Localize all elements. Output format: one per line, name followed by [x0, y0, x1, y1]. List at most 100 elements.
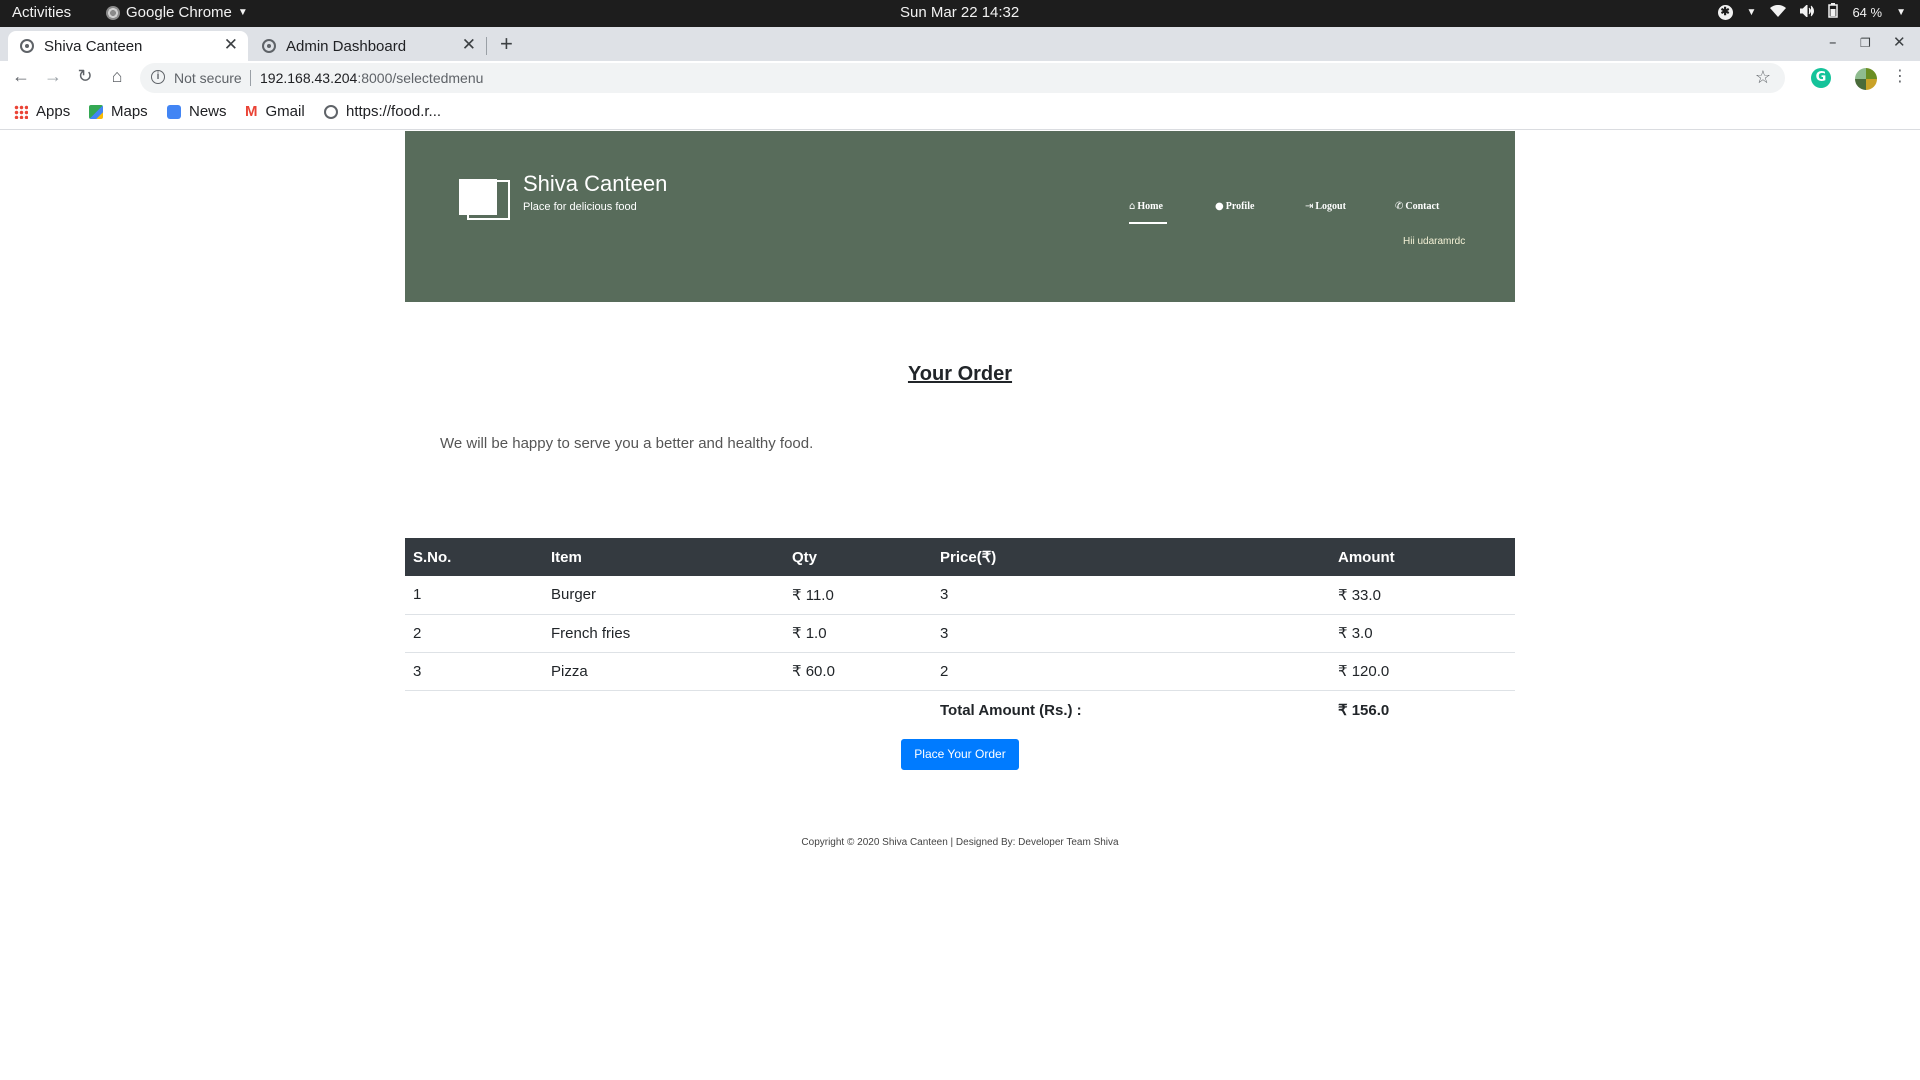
- cell-qty: ₹ 1.0: [784, 614, 932, 653]
- bookmark-food[interactable]: https://food.r...: [324, 103, 441, 120]
- grammarly-extension-icon[interactable]: G: [1811, 68, 1831, 88]
- table-row: 3 Pizza ₹ 60.0 2 ₹ 120.0: [405, 652, 1515, 691]
- nav-profile[interactable]: ● Profile: [1215, 201, 1254, 212]
- app-menu-label: Google Chrome: [126, 4, 232, 21]
- profile-avatar[interactable]: [1855, 68, 1877, 90]
- order-title: Your Order: [907, 363, 1013, 385]
- more-menu-icon[interactable]: ⋮: [1892, 66, 1908, 85]
- app-menu[interactable]: Google Chrome ▼: [106, 4, 248, 21]
- user-icon: ●: [1215, 201, 1224, 212]
- logo-icon[interactable]: [459, 179, 497, 215]
- os-top-bar: Activities Google Chrome ▼ Sun Mar 22 14…: [0, 0, 1920, 27]
- nav-active-underline: [1129, 222, 1167, 224]
- chrome-icon: [106, 5, 120, 20]
- site-tagline: Place for delicious food: [523, 201, 637, 213]
- cell-price: 2: [932, 652, 1330, 691]
- address-bar[interactable]: i Not secure 192.168.43.204:8000/selecte…: [140, 63, 1785, 93]
- globe-icon: [262, 39, 276, 53]
- battery-icon: [1828, 3, 1839, 21]
- column-header-amount: Amount: [1330, 538, 1515, 576]
- url-host: 192.168.43.204: [260, 70, 358, 86]
- column-header-price: Price(₹): [932, 538, 1330, 576]
- restore-icon[interactable]: ❐: [1860, 36, 1871, 50]
- total-value: ₹ 156.0: [1338, 702, 1390, 720]
- order-subtitle: We will be happy to serve you a better a…: [440, 435, 814, 452]
- nav-label: Contact: [1405, 201, 1440, 212]
- column-header-sno: S.No.: [405, 538, 543, 576]
- bookmark-apps[interactable]: Apps: [14, 103, 70, 120]
- globe-icon: [20, 39, 34, 53]
- news-icon: [167, 104, 181, 119]
- minimize-icon[interactable]: –: [1829, 33, 1837, 51]
- tab-shiva-canteen[interactable]: Shiva Canteen ✕: [8, 31, 248, 61]
- close-icon[interactable]: ✕: [224, 35, 238, 55]
- battery-percent: 64 %: [1852, 4, 1883, 20]
- bookmarks-bar: Apps Maps News M Gmail https://food.r...: [0, 97, 1920, 130]
- tab-admin-dashboard[interactable]: Admin Dashboard ✕: [250, 31, 486, 61]
- nav-label: Logout: [1315, 201, 1346, 212]
- cell-amount: ₹ 3.0: [1330, 614, 1515, 653]
- page-content: Shiva Canteen Place for delicious food ⌂…: [0, 131, 1920, 1080]
- system-tray[interactable]: ✱ ▼ 64 % ▼: [1717, 3, 1906, 21]
- home-icon: ⌂: [1129, 201, 1136, 212]
- window-close-icon[interactable]: ✕: [1893, 33, 1906, 51]
- empty-cell: [543, 690, 784, 730]
- table-row: 2 French fries ₹ 1.0 3 ₹ 3.0: [405, 614, 1515, 653]
- apps-grid-icon: [14, 104, 28, 119]
- bookmark-label: Gmail: [265, 103, 305, 120]
- cell-item: Burger: [543, 576, 784, 615]
- reload-icon[interactable]: ↻: [73, 66, 97, 87]
- table-row: 1 Burger ₹ 11.0 3 ₹ 33.0: [405, 576, 1515, 615]
- maps-icon: [89, 104, 103, 119]
- cell-item: French fries: [543, 614, 784, 653]
- url-text[interactable]: 192.168.43.204:8000/selectedmenu: [260, 70, 483, 86]
- omnibox-divider: [250, 70, 251, 86]
- bookmark-news[interactable]: News: [167, 103, 227, 120]
- activities-button[interactable]: Activities: [12, 4, 71, 21]
- user-greeting: Hii udaramrdc: [1403, 236, 1466, 247]
- nav-contact[interactable]: ✆ Contact: [1395, 201, 1439, 212]
- bookmark-label: News: [189, 103, 227, 120]
- total-row: Total Amount (Rs.) : ₹ 156.0: [405, 690, 1515, 730]
- not-secure-label[interactable]: Not secure: [174, 70, 242, 86]
- empty-cell: [405, 690, 543, 730]
- close-icon[interactable]: ✕: [462, 35, 476, 55]
- footer-copyright: Copyright © 2020 Shiva Canteen | Designe…: [801, 837, 1119, 848]
- browser-toolbar: ← → ↻ ⌂ i Not secure 192.168.43.204:8000…: [0, 61, 1920, 97]
- site-header: Shiva Canteen Place for delicious food ⌂…: [405, 131, 1515, 302]
- cell-qty: ₹ 60.0: [784, 652, 932, 691]
- bookmark-gmail[interactable]: M Gmail: [245, 103, 305, 120]
- bookmark-label: https://food.r...: [346, 103, 442, 120]
- cell-sno: 2: [405, 614, 543, 653]
- tab-title: Admin Dashboard: [286, 37, 407, 55]
- new-tab-icon[interactable]: +: [500, 31, 513, 57]
- forward-icon[interactable]: →: [41, 66, 65, 87]
- cell-qty: ₹ 11.0: [784, 576, 932, 615]
- cell-sno: 1: [405, 576, 543, 615]
- info-icon[interactable]: i: [151, 70, 165, 84]
- gmail-icon: M: [245, 102, 258, 120]
- caret-down-icon[interactable]: ▼: [1896, 7, 1906, 18]
- bookmark-label: Maps: [111, 103, 148, 120]
- tab-separator: [486, 37, 487, 55]
- nav-label: Home: [1137, 201, 1163, 212]
- globe-icon: [324, 104, 338, 119]
- tab-title: Shiva Canteen: [44, 37, 143, 55]
- table-header-row: S.No. Item Qty Price(₹) Amount: [405, 538, 1515, 576]
- caret-down-icon[interactable]: ▼: [1747, 7, 1757, 18]
- cell-amount: ₹ 33.0: [1330, 576, 1515, 615]
- bookmark-star-icon[interactable]: ☆: [1755, 67, 1771, 88]
- home-icon[interactable]: ⌂: [105, 66, 129, 87]
- bookmark-label: Apps: [36, 103, 71, 120]
- nav-home[interactable]: ⌂ Home: [1129, 201, 1163, 212]
- bookmark-maps[interactable]: Maps: [89, 103, 148, 120]
- place-order-button[interactable]: Place Your Order: [901, 739, 1019, 770]
- clock[interactable]: Sun Mar 22 14:32: [900, 4, 1019, 21]
- url-path: :8000/selectedmenu: [357, 70, 484, 86]
- back-icon[interactable]: ←: [9, 66, 33, 87]
- site-title[interactable]: Shiva Canteen: [523, 171, 667, 197]
- accessibility-icon[interactable]: ✱: [1717, 4, 1733, 20]
- nav-logout[interactable]: ⇥ Logout: [1305, 201, 1346, 212]
- order-table: S.No. Item Qty Price(₹) Amount 1 Burger …: [405, 538, 1515, 730]
- wifi-icon: [1770, 4, 1787, 20]
